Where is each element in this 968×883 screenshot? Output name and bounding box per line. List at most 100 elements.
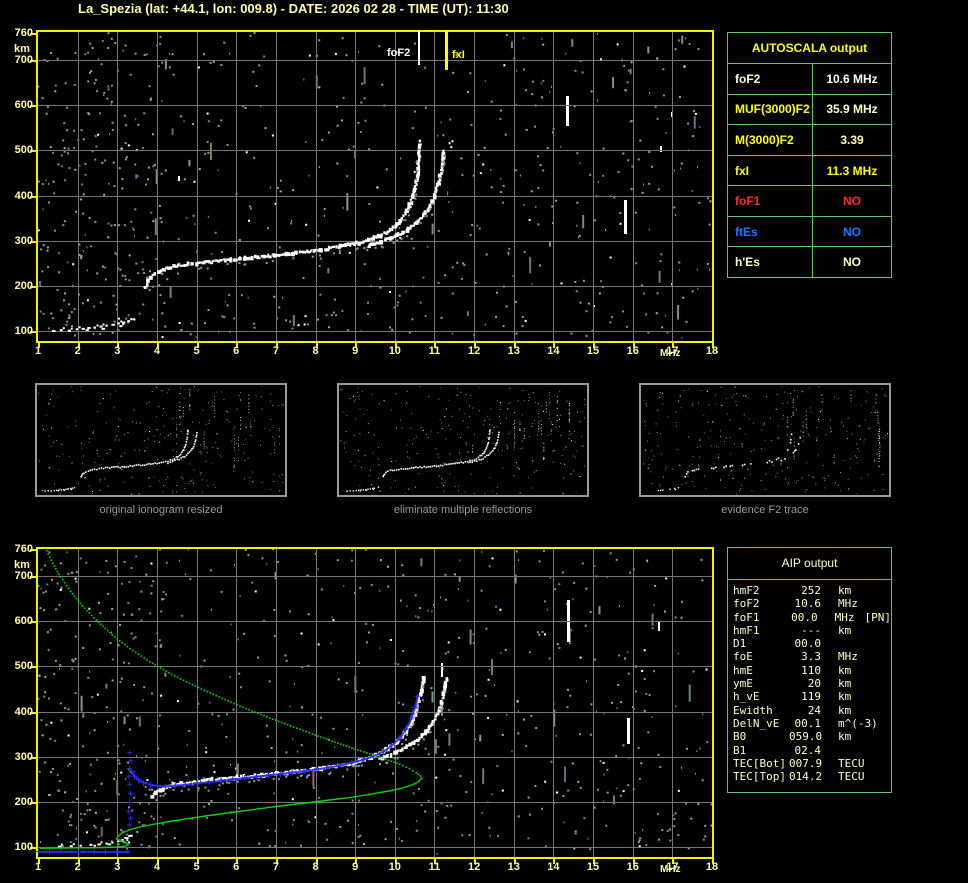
aip-value: 119	[801, 690, 821, 704]
mini-panel-original-ionogram-canvas	[35, 383, 287, 497]
aip-row-TECBot: TEC[Bot] 007.9 TECU	[733, 757, 891, 770]
aip-note	[858, 650, 868, 663]
aip-label: ymE	[733, 677, 753, 691]
y-tick-label-600: 600	[14, 99, 33, 112]
aip-note	[851, 730, 861, 743]
x-tick-label-11: 11	[428, 861, 441, 873]
aip-label: hmE	[733, 663, 753, 677]
aip-row-hmF1: hmF1 --- km	[733, 624, 891, 637]
aip-value: 3.3	[801, 650, 821, 664]
aip-row-Ewidth: Ewidth 24 km	[733, 704, 891, 717]
aip-row-hvE: h_vE 119 km	[733, 690, 891, 703]
aip-row-foF1: foF1 00.0 MHz [PN]	[733, 611, 891, 624]
y-tick-label-200: 200	[14, 795, 33, 808]
station-date-header: La_Spezia (lat: +44.1, lon: 009.8) - DAT…	[78, 1, 509, 16]
aip-row-B1: B1 02.4	[733, 744, 891, 757]
aip-label: TEC[Top]	[733, 770, 786, 784]
x-tick-label-1: 1	[34, 345, 42, 357]
aip-label: h_vE	[733, 690, 760, 704]
autoscala-row-label: MUF(3000)F2	[728, 94, 813, 125]
aip-value: 00.0	[791, 610, 818, 624]
x-tick-label-13: 13	[507, 861, 520, 873]
marker-label-foF2: foF2	[387, 47, 411, 59]
autoscala-row-value: 11.3 MHz	[826, 163, 878, 178]
autoscala-row-label: M(3000)F2	[728, 125, 813, 155]
aip-unit: km	[838, 690, 852, 704]
aip-unit: km	[838, 584, 852, 597]
autoscala-output-table: AUTOSCALA output foF2 10.6 MHz MUF(3000)F2…	[727, 32, 892, 278]
autoscala-row-value: 35.9 MHz	[826, 102, 878, 117]
autoscala-table-rows: foF2 10.6 MHz MUF(3000)F2 35.9 MHz M(3000)F2…	[728, 64, 891, 278]
aip-label: B0	[733, 730, 747, 744]
aip-label: B1	[733, 743, 747, 757]
aip-row-DelNvE: DelN_vE 00.1 m^(-3)	[733, 717, 891, 730]
y-tick-label-400: 400	[14, 705, 33, 718]
aip-row-TECTop: TEC[Top] 014.2 TECU	[733, 770, 891, 783]
x-tick-label-16: 16	[626, 861, 639, 873]
y-tick-label-400: 400	[14, 189, 33, 202]
x-axis-unit-label: MHz	[660, 864, 681, 875]
aip-unit: TECU	[838, 770, 865, 784]
aip-note	[878, 717, 888, 730]
x-tick-label-16: 16	[626, 345, 639, 357]
aip-label: hmF2	[733, 584, 760, 597]
aip-unit: km	[838, 623, 852, 637]
x-tick-label-8: 8	[312, 861, 319, 873]
x-tick-label-3: 3	[114, 861, 121, 873]
mini-panel-caption-1: original ionogram resized	[99, 504, 223, 516]
y-axis-unit-label: km	[14, 43, 30, 55]
x-tick-label-18: 18	[705, 861, 719, 873]
aip-unit: m^(-3)	[838, 716, 878, 730]
y-tick-label-200: 200	[14, 279, 33, 292]
x-tick-label-2: 2	[74, 861, 81, 873]
aip-label: D1	[733, 637, 747, 651]
aip-note	[851, 624, 861, 637]
aip-row-foE: foE 3.3 MHz	[733, 650, 891, 663]
aip-note	[851, 690, 861, 703]
aip-note	[851, 664, 861, 677]
aip-label: foE	[733, 650, 753, 664]
aip-label: DelN_vE	[733, 716, 780, 730]
aip-row-foF2: foF2 10.6 MHz	[733, 597, 891, 610]
aip-unit: km	[838, 703, 852, 717]
mini-panel-caption-3: evidence F2 trace	[721, 504, 809, 516]
autoscala-screen: La_Spezia (lat: +44.1, lon: 009.8) - DAT…	[0, 0, 968, 883]
aip-value: 110	[801, 663, 821, 677]
autoscala-row-MUF3000F2: MUF(3000)F2 35.9 MHz	[728, 94, 891, 126]
x-tick-label-3: 3	[114, 345, 121, 357]
aip-note	[838, 744, 848, 757]
aip-unit: MHz	[838, 650, 858, 664]
x-tick-label-8: 8	[312, 345, 319, 357]
autoscala-row-foF2: foF2 10.6 MHz	[728, 64, 891, 95]
aip-value: 10.6	[794, 597, 822, 611]
y-tick-label-300: 300	[14, 750, 33, 763]
aip-label: TEC[Bot]	[733, 756, 786, 770]
x-tick-label-12: 12	[467, 861, 481, 873]
aip-unit: TECU	[838, 756, 865, 770]
aip-note	[851, 584, 861, 597]
aip-label: hmF1	[733, 623, 760, 637]
aip-unit: km	[838, 677, 852, 691]
autoscala-table-header: AUTOSCALA output	[728, 33, 891, 64]
aip-unit: MHz	[834, 610, 855, 624]
aip-value: 007.9	[789, 756, 823, 770]
aip-value: 059.0	[789, 730, 823, 744]
x-tick-label-14: 14	[547, 861, 560, 873]
y-tick-label-700: 700	[14, 570, 33, 583]
y-tick-label-500: 500	[14, 144, 33, 157]
aip-note	[838, 637, 848, 650]
autoscala-row-label: foF1	[728, 186, 813, 216]
x-tick-label-7: 7	[272, 861, 279, 873]
x-tick-label-5: 5	[193, 345, 200, 357]
y-tick-label-700: 700	[14, 54, 33, 67]
x-axis-unit-label: MHz	[660, 348, 681, 359]
aip-note: [PN]	[864, 610, 892, 624]
x-tick-label-10: 10	[388, 345, 401, 357]
aip-value: 00.0	[794, 637, 822, 651]
x-tick-label-10: 10	[388, 861, 401, 873]
x-tick-label-12: 12	[467, 345, 481, 357]
x-tick-label-5: 5	[193, 861, 200, 873]
aip-value: 20	[807, 677, 821, 691]
autoscala-row-hEs: h'Es NO	[728, 247, 891, 278]
x-tick-label-2: 2	[74, 345, 81, 357]
